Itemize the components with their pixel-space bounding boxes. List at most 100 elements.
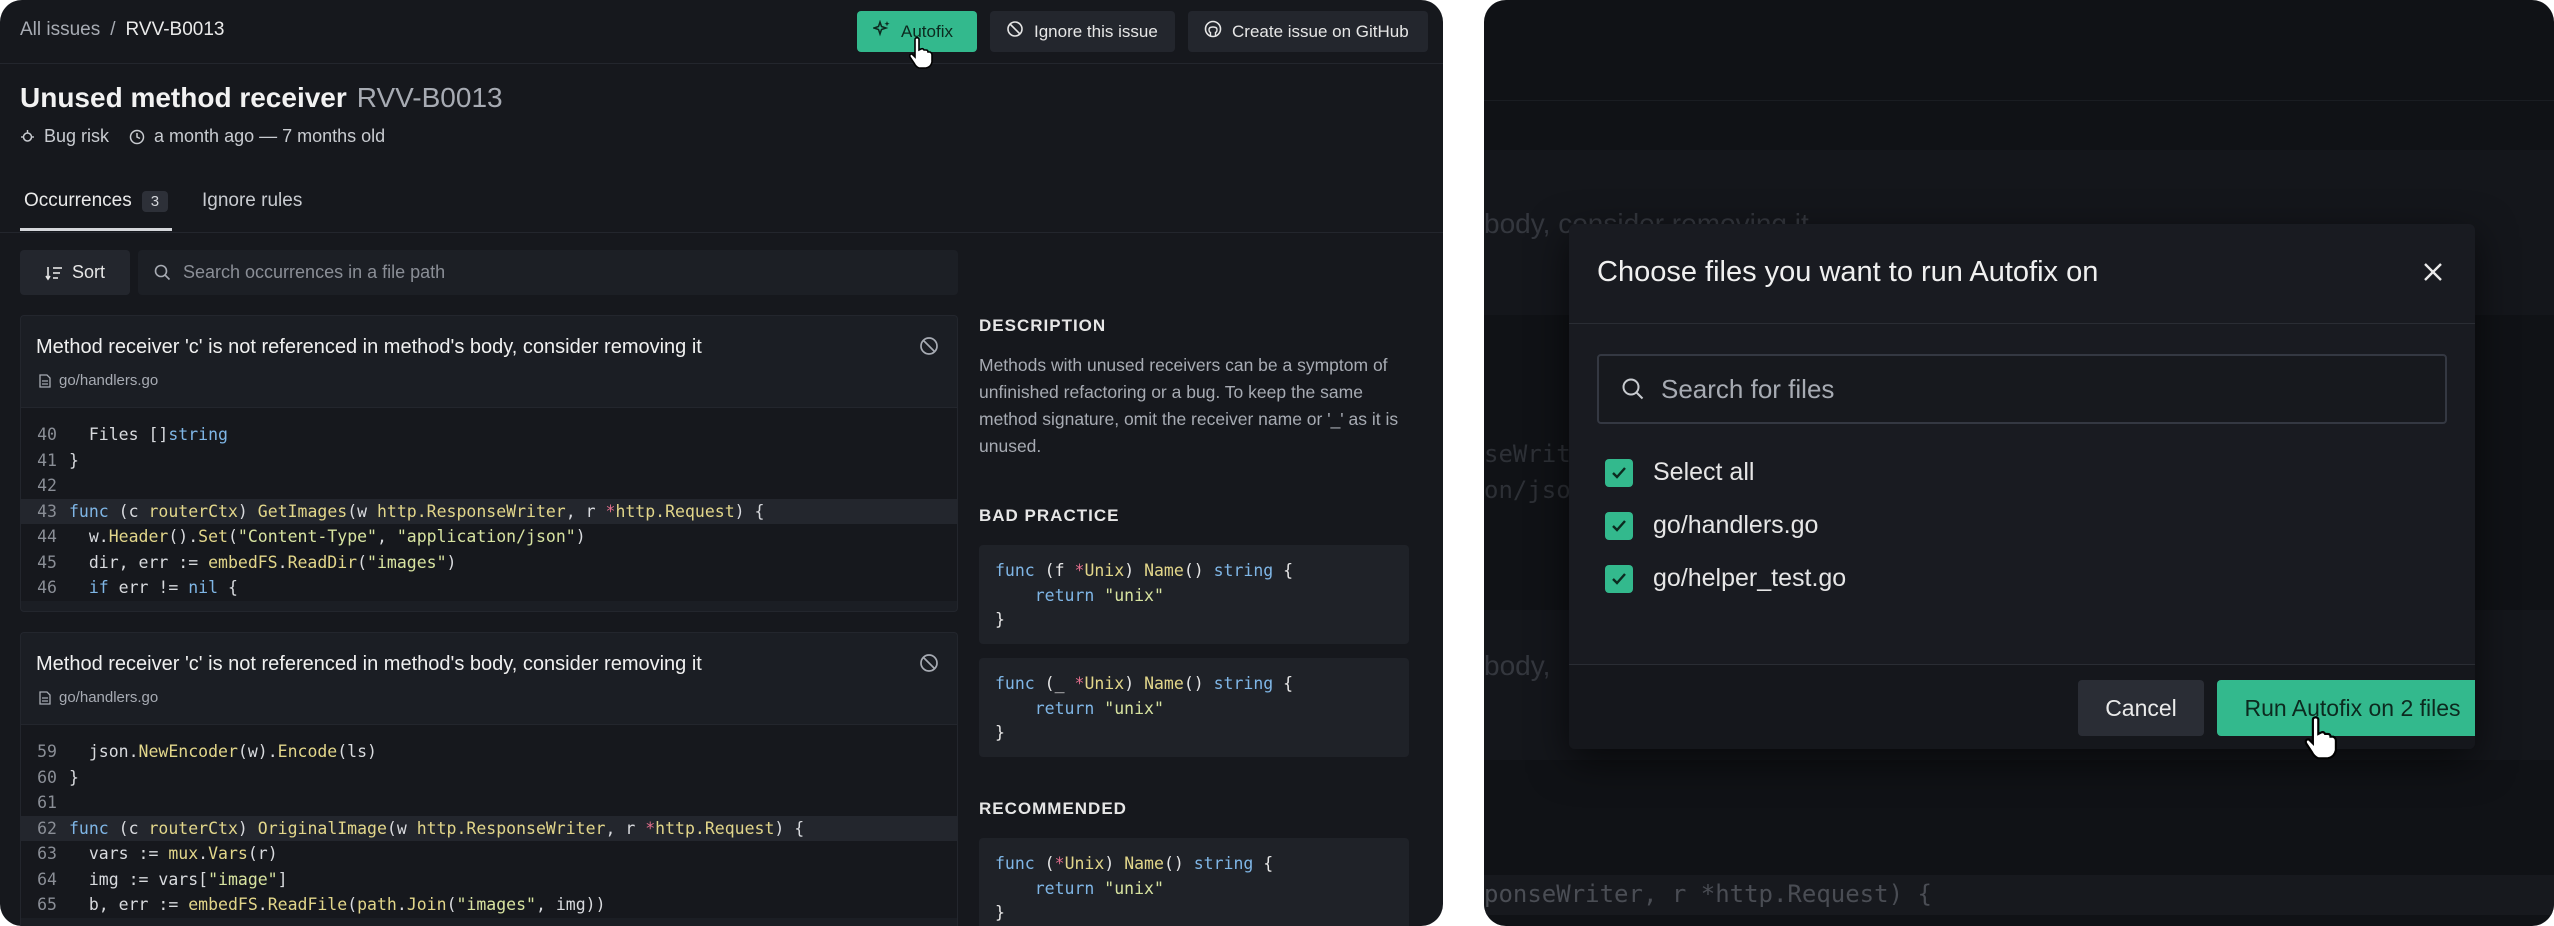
breadcrumb-separator: / [110,19,116,40]
recommended-heading: RECOMMENDED [979,799,1127,818]
line-number: 44 [37,527,57,547]
code-snippet: 40 Files []string 41} 42 43 func (c route… [21,408,957,601]
create-github-issue-button[interactable]: Create issue on GitHub [1188,11,1428,52]
description-text: Methods with unused receivers can be a s… [979,355,1399,456]
issue-detail-panel: All issues / RVV-B0013 Autofix Ignore this… [0,0,1443,926]
line-number: 40 [37,425,57,445]
issue-description: DESCRIPTION Methods with unused receiver… [979,316,1409,460]
occurrence-card: Method receiver 'c' is not referenced in… [20,315,958,612]
modal-title: Choose files you want to run Autofix on [1597,256,2099,288]
code-line-highlighted: 43 func (c routerCtx) GetImages(w http.Re… [21,498,957,524]
file-checkbox-row[interactable]: go/handlers.go [1605,511,1818,540]
code-line: 60} [21,765,957,791]
code-line: 40 Files []string [21,422,957,448]
occurrence-file[interactable]: go/handlers.go [39,689,158,706]
line-number: 46 [37,578,57,598]
search-icon [154,264,171,281]
ignore-occurrence-icon[interactable] [919,336,939,361]
sparkle-icon [871,19,891,43]
sort-button[interactable]: Sort [20,250,130,295]
line-number: 63 [37,844,57,864]
checkbox-checked[interactable] [1605,458,1633,487]
occurrence-header[interactable]: Method receiver 'c' is not referenced in… [21,316,957,408]
occurrence-file-path: go/handlers.go [59,689,159,706]
recommended-snippet: func (*Unix) Name() string { return "uni… [979,838,1409,926]
description-heading: DESCRIPTION [979,316,1107,335]
occurrence-file[interactable]: go/handlers.go [39,372,158,389]
bad-practice-snippet: func (_ *Unix) Name() string { return "u… [979,658,1409,757]
bg-text: ponseWriter, r *http.Request) { [1484,880,1932,908]
issue-age: a month ago — 7 months old [129,126,385,147]
occurrences-count-badge: 3 [141,190,169,212]
occurrence-header[interactable]: Method receiver 'c' is not referenced in… [21,633,957,725]
bug-icon [21,130,34,142]
code-line: 44 w.Header().Set("Content-Type", "appli… [21,524,957,550]
occurrence-title: Method receiver 'c' is not referenced in… [36,336,702,358]
line-number: 60 [37,767,57,787]
issue-code: RVV-B0013 [356,82,503,113]
checkbox-checked[interactable] [1605,564,1633,593]
line-number: 62 [37,818,57,838]
ignore-occurrence-icon[interactable] [919,653,939,678]
sort-icon [45,266,62,280]
issue-tabs: Occurrences 3 Ignore rules [0,178,1443,233]
line-number: 65 [37,895,57,915]
checkbox-checked[interactable] [1605,511,1633,540]
tab-occurrences-label: Occurrences [24,190,132,211]
code-line: 41} [21,448,957,474]
file-checkbox-row[interactable]: go/helper_test.go [1605,564,1846,593]
line-number: 43 [37,501,57,521]
top-bar: All issues / RVV-B0013 Autofix Ignore this… [0,0,1443,64]
bad-practice-section: BAD PRACTICE [979,506,1409,526]
code-line: 63 vars := mux.Vars(r) [21,841,957,867]
occurrence-title: Method receiver 'c' is not referenced in… [36,653,702,675]
line-number: 64 [37,869,57,889]
occurrence-search-input[interactable]: Search occurrences in a file path [138,250,958,295]
run-autofix-button[interactable]: Run Autofix on 2 files [2217,680,2475,736]
autofix-modal: Choose files you want to run Autofix on … [1569,224,2475,749]
select-all-checkbox-row[interactable]: Select all [1605,458,1754,487]
bad-practice-snippet: func (f *Unix) Name() string { return "u… [979,545,1409,644]
breadcrumb: All issues / RVV-B0013 [20,19,224,41]
breadcrumb-all-issues[interactable]: All issues [20,19,100,40]
code-line: 61 [21,790,957,816]
issue-category: Bug risk [20,126,109,147]
code-line-highlighted: 62 func (c routerCtx) OriginalImage(w htt… [21,815,957,841]
breadcrumb-current: RVV-B0013 [125,19,225,40]
line-number: 59 [37,742,57,762]
select-all-label: Select all [1653,458,1755,486]
issue-title-bar: Unused method receiver RVV-B0013 [20,82,503,114]
occurrence-file-path: go/handlers.go [59,372,159,389]
code-line: 65 b, err := embedFS.ReadFile(path.Join(… [21,892,957,918]
ignore-issue-button[interactable]: Ignore this issue [990,11,1175,52]
recommended-section: RECOMMENDED [979,799,1409,819]
cancel-button[interactable]: Cancel [2078,680,2204,736]
close-icon[interactable] [2421,260,2445,289]
file-icon [39,690,51,705]
tab-ignore-rules-label: Ignore rules [202,190,303,211]
occurrence-card: Method receiver 'c' is not referenced in… [20,632,958,926]
code-line: 59 json.NewEncoder(w).Encode(ls) [21,739,957,765]
occurrence-search-placeholder: Search occurrences in a file path [183,262,446,282]
code-line: 46 if err != nil { [21,575,957,601]
hand-cursor-icon [2303,715,2339,766]
sort-label: Sort [71,262,105,282]
bg-divider [1484,100,2554,101]
line-number: 42 [37,476,57,496]
code-line: 42 [21,473,957,499]
code-line: 64 img := vars["image"] [21,867,957,893]
github-icon [1204,20,1222,43]
file-search-placeholder: Search for files [1661,373,1835,404]
hand-cursor-icon [908,36,934,75]
modal-header: Choose files you want to run Autofix on [1569,224,2475,324]
tab-occurrences[interactable]: Occurrences 3 [19,190,173,231]
issue-meta: Bug risk a month ago — 7 months old [20,126,385,147]
autofix-modal-screen: body, consider removing it seWriter on/j… [1484,0,2554,926]
file-search-input[interactable]: Search for files [1597,354,2447,424]
file-label: go/helper_test.go [1653,564,1847,592]
tab-ignore-rules[interactable]: Ignore rules [202,190,302,212]
clock-icon [129,129,145,144]
line-number: 61 [37,793,57,813]
ban-icon [1006,20,1024,43]
issue-category-label: Bug risk [44,126,110,146]
